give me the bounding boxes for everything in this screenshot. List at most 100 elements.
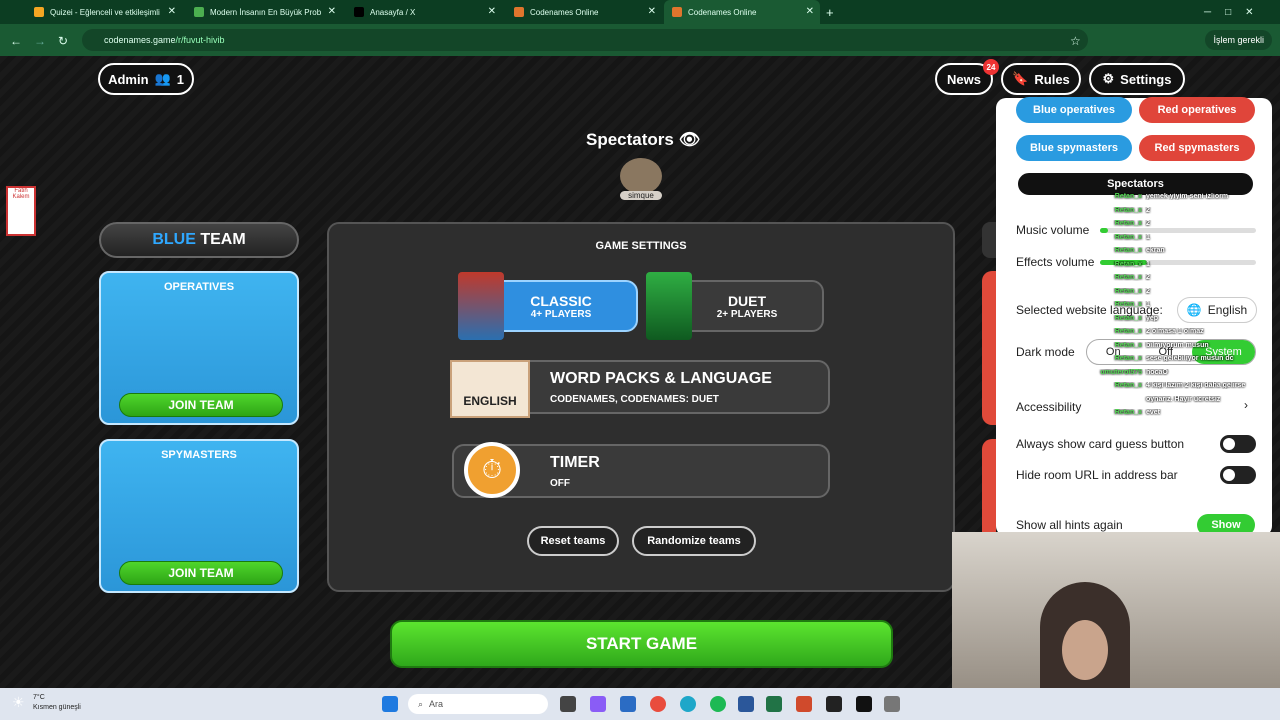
reload-icon[interactable]: ↻ bbox=[58, 34, 68, 48]
browser-tab[interactable]: Quizei - Eğlenceli ve etkileşimli ✕ bbox=[26, 0, 182, 24]
app-icon[interactable] bbox=[826, 696, 842, 712]
music-volume-slider[interactable] bbox=[1100, 228, 1256, 233]
players-icon: 👥 bbox=[154, 71, 171, 86]
close-window-icon[interactable]: ✕ bbox=[1245, 7, 1253, 18]
spotify-icon[interactable] bbox=[710, 696, 726, 712]
url-path: /r/fuvut-hivib bbox=[175, 35, 225, 45]
reset-teams-button[interactable]: Reset teams bbox=[527, 526, 619, 556]
accessibility-link[interactable]: Accessibility bbox=[1016, 400, 1081, 414]
search-icon: ⌕ bbox=[418, 698, 424, 709]
hide-url-toggle[interactable] bbox=[1220, 466, 1256, 484]
chat-message: Retan_x 2 bbox=[1082, 288, 1274, 295]
tab-favicon-icon bbox=[194, 7, 204, 17]
chat-message: umuterol575 hocaÖ bbox=[1082, 369, 1274, 376]
filter-blue-operatives[interactable]: Blue operatives bbox=[1016, 97, 1132, 123]
game-settings-title: GAME SETTINGS bbox=[595, 240, 687, 252]
chat-text: oynarız. Hayır ücretsiz bbox=[1146, 395, 1221, 403]
new-tab-icon[interactable]: + bbox=[824, 0, 844, 24]
chat-username: Retan_x bbox=[1114, 206, 1142, 214]
url-bar[interactable]: codenames.game/r/fuvut-hivib bbox=[82, 29, 1088, 51]
tab-title: Codenames Online bbox=[688, 7, 757, 17]
chat-message: Retan_x evet bbox=[1082, 409, 1274, 416]
player-count: 1 bbox=[176, 71, 184, 87]
channel-logo: Fatih Kalem bbox=[6, 186, 36, 236]
filter-blue-spymasters[interactable]: Blue spymasters bbox=[1016, 135, 1132, 161]
operatives-title: OPERATIVES bbox=[163, 281, 235, 293]
language-card-image: ENGLISH bbox=[450, 360, 530, 418]
close-icon[interactable]: ✕ bbox=[328, 6, 336, 17]
tab-favicon-icon bbox=[672, 7, 682, 17]
start-game-button[interactable]: START GAME bbox=[390, 620, 893, 668]
join-spymasters-button[interactable]: JOIN TEAM bbox=[119, 561, 283, 585]
duet-mode-button[interactable]: DUET 2+ PLAYERS bbox=[670, 280, 824, 332]
chat-text: hocaÖ bbox=[1146, 368, 1168, 376]
chat-message: Retan_x bilmiyorum musun bbox=[1082, 342, 1274, 349]
pen-icon[interactable] bbox=[884, 696, 900, 712]
maximize-icon[interactable]: □ bbox=[1225, 7, 1231, 18]
news-badge: 24 bbox=[983, 59, 999, 75]
blue-team-header: BLUE TEAM bbox=[99, 222, 299, 258]
task-view-icon[interactable] bbox=[560, 696, 576, 712]
close-icon[interactable]: ✕ bbox=[648, 6, 656, 17]
browser-tab[interactable]: Modern İnsanın En Büyük Prob ✕ bbox=[186, 0, 342, 24]
chat-text: 2 bbox=[1146, 206, 1150, 214]
store-icon[interactable] bbox=[620, 696, 636, 712]
randomize-teams-button[interactable]: Randomize teams bbox=[632, 526, 756, 556]
avatar-name: simque bbox=[620, 191, 662, 200]
chat-message: oynarız. Hayır ücretsiz bbox=[1082, 396, 1274, 403]
back-icon[interactable]: ← bbox=[10, 34, 22, 48]
admin-button[interactable]: Admin 👥 1 bbox=[98, 63, 194, 95]
chat-text: bilmiyorum musun bbox=[1146, 341, 1209, 349]
chat-text: yep bbox=[1146, 314, 1159, 322]
close-icon[interactable]: ✕ bbox=[168, 6, 176, 17]
team-color-word: BLUE bbox=[152, 231, 196, 248]
music-volume-fill bbox=[1100, 228, 1108, 233]
always-show-toggle[interactable] bbox=[1220, 435, 1256, 453]
edge-icon[interactable] bbox=[680, 696, 696, 712]
chat-username: Retan_x bbox=[1114, 247, 1142, 254]
chat-username: Retan_x bbox=[1114, 301, 1142, 308]
minimize-icon[interactable]: ─ bbox=[1204, 7, 1211, 18]
chat-username: Retan_x bbox=[1114, 409, 1142, 416]
profile-status: İşlem gerekli bbox=[1213, 35, 1264, 45]
word-icon[interactable] bbox=[738, 696, 754, 712]
news-label: News bbox=[947, 71, 981, 87]
bookmark-star-icon[interactable]: ☆ bbox=[1070, 34, 1081, 48]
close-icon[interactable]: ✕ bbox=[488, 6, 496, 17]
profile-button[interactable]: İşlem gerekli bbox=[1205, 30, 1272, 50]
classic-label: CLASSIC bbox=[530, 292, 592, 309]
chat-text: 2 olmasa 1 olmaz bbox=[1146, 328, 1204, 335]
close-icon[interactable]: ✕ bbox=[806, 6, 814, 17]
hide-url-label: Hide room URL in address bar bbox=[1016, 468, 1178, 482]
classic-mode-button[interactable]: CLASSIC 4+ PLAYERS bbox=[484, 280, 638, 332]
join-operatives-button[interactable]: JOIN TEAM bbox=[119, 393, 283, 417]
chat-message: Retan_x ekran bbox=[1082, 247, 1274, 254]
taskbar-search[interactable]: ⌕ Ara bbox=[408, 694, 548, 714]
powerpoint-icon[interactable] bbox=[796, 696, 812, 712]
chrome-icon[interactable] bbox=[650, 696, 666, 712]
timer-button[interactable]: ⏱ TIMER OFF bbox=[452, 442, 830, 498]
browser-tab[interactable]: Anasayfa / X ✕ bbox=[346, 0, 502, 24]
word-packs-button[interactable]: ENGLISH WORD PACKS & LANGUAGE CODENAMES,… bbox=[450, 360, 830, 418]
bookmark-icon: 🔖 bbox=[1012, 71, 1029, 86]
terminal-icon[interactable] bbox=[856, 696, 872, 712]
weather-widget[interactable]: 7°C Kısmen güneşli bbox=[33, 693, 81, 713]
timer-label: TIMER bbox=[550, 454, 600, 471]
filter-red-operatives[interactable]: Red operatives bbox=[1139, 97, 1255, 123]
browser-tab-active[interactable]: Codenames Online ✕ bbox=[664, 0, 820, 24]
rules-button[interactable]: 🔖 Rules bbox=[1001, 63, 1081, 95]
weather-desc: Kısmen güneşli bbox=[33, 704, 81, 711]
gear-icon: ⚙ bbox=[1102, 71, 1115, 86]
settings-button[interactable]: ⚙ Settings bbox=[1089, 63, 1185, 95]
excel-icon[interactable] bbox=[766, 696, 782, 712]
copilot-icon[interactable] bbox=[590, 696, 606, 712]
chat-message: Retan_x sese gelebiliyor musun dc bbox=[1082, 355, 1274, 362]
windows-start-icon[interactable] bbox=[382, 696, 398, 712]
chat-message: Retan_x 1 bbox=[1082, 261, 1274, 268]
classic-sub: 4+ PLAYERS bbox=[530, 308, 592, 320]
chat-message: Retan_x 2 bbox=[1082, 274, 1274, 281]
news-button[interactable]: News 24 bbox=[935, 59, 999, 95]
filter-red-spymasters[interactable]: Red spymasters bbox=[1139, 135, 1255, 161]
forward-icon[interactable]: → bbox=[34, 34, 46, 48]
browser-tab[interactable]: Codenames Online ✕ bbox=[506, 0, 662, 24]
